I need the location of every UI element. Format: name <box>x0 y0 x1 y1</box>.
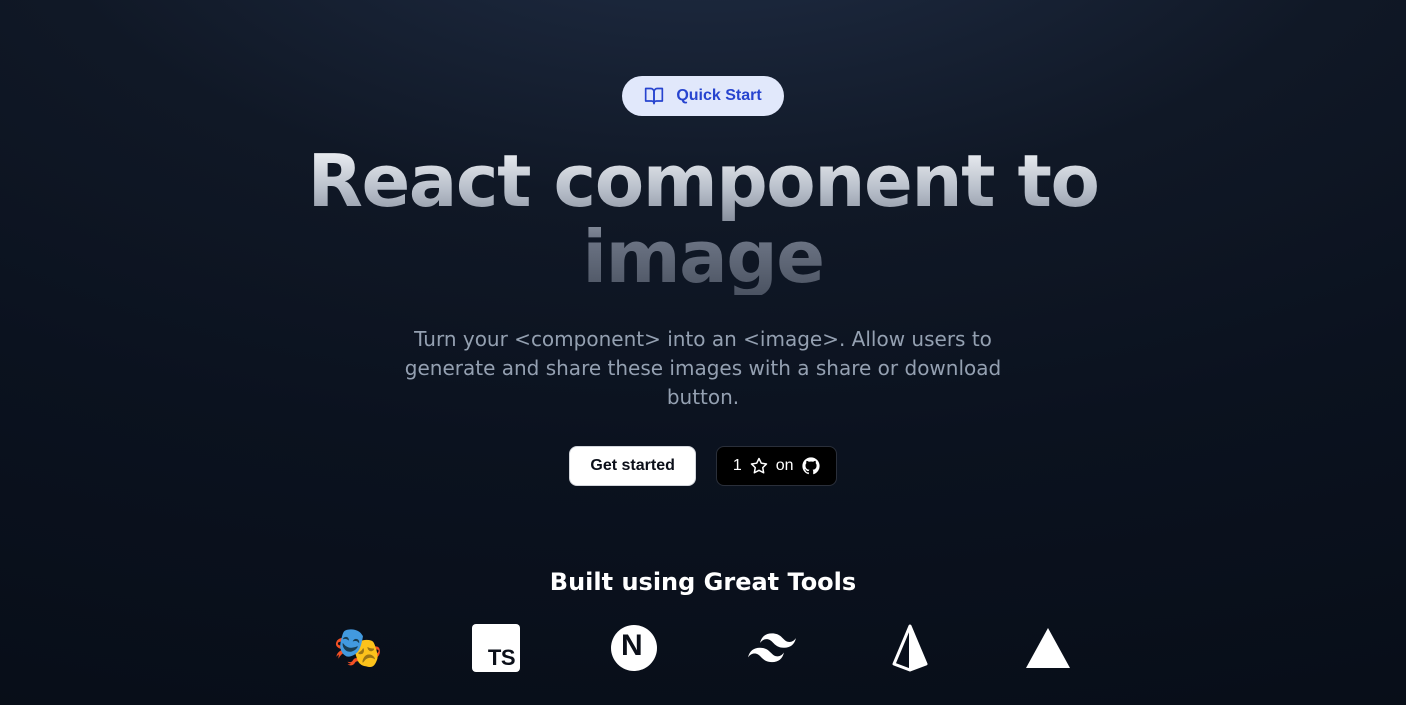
on-label: on <box>776 457 794 475</box>
github-stars-button[interactable]: 1 on <box>716 446 837 486</box>
typescript-icon: TS <box>472 624 520 672</box>
nextjs-icon: N <box>610 624 658 672</box>
page-subtitle: Turn your <component> into an <image>. A… <box>373 325 1033 412</box>
tailwind-icon <box>748 624 796 672</box>
star-count: 1 <box>733 457 742 475</box>
quick-start-label: Quick Start <box>676 87 761 105</box>
cta-row: Get started 1 on <box>569 446 836 486</box>
playwright-icon: 🎭 <box>334 624 382 672</box>
page-title: React component to image <box>253 144 1153 295</box>
book-open-icon <box>644 86 664 106</box>
quick-start-button[interactable]: Quick Start <box>622 76 783 116</box>
landing-hero: Quick Start React component to image Tur… <box>0 0 1406 705</box>
vercel-icon <box>1024 624 1072 672</box>
get-started-button[interactable]: Get started <box>569 446 695 486</box>
github-icon <box>802 457 820 475</box>
tools-heading: Built using Great Tools <box>550 568 856 596</box>
tools-row: 🎭 TS N <box>334 624 1072 672</box>
prisma-icon <box>886 624 934 672</box>
star-icon <box>750 457 768 475</box>
